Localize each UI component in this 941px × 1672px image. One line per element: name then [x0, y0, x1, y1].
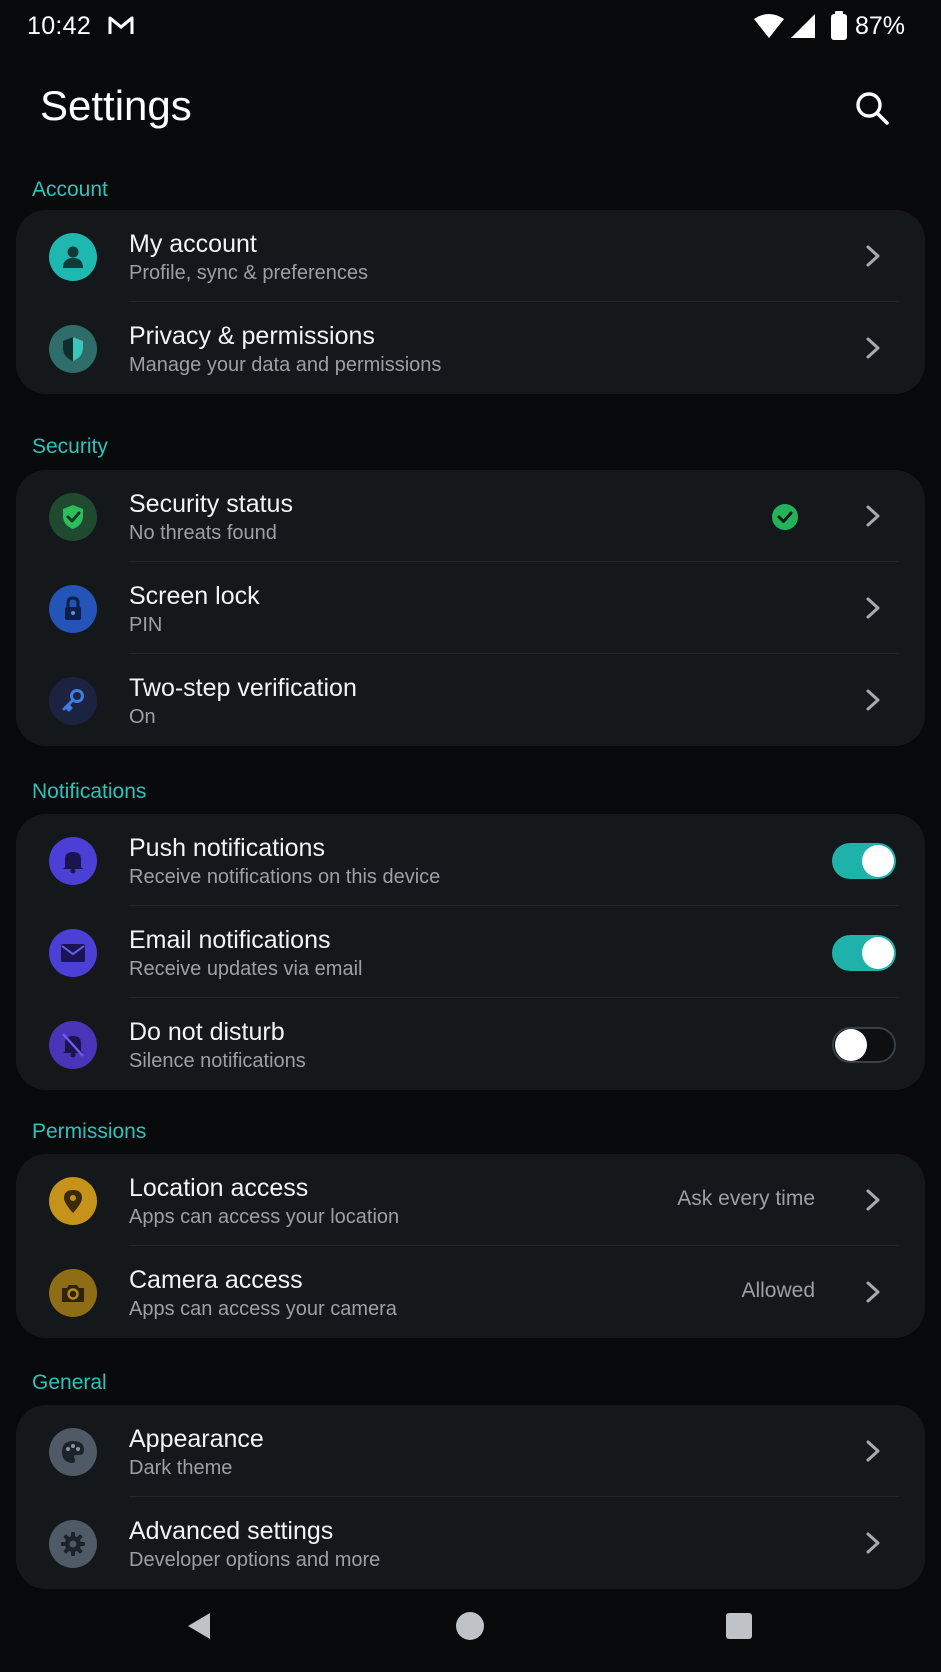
- row-title: Do not disturb: [129, 1018, 285, 1046]
- row-title: Email notifications: [129, 926, 331, 954]
- search-button[interactable]: [850, 86, 896, 132]
- row-title: Location access: [129, 1174, 309, 1202]
- row-subtitle: Silence notifications: [129, 1050, 306, 1072]
- row-subtitle: Developer options and more: [129, 1549, 381, 1571]
- row-title: Security status: [129, 490, 293, 518]
- appearance-row[interactable]: Appearance Dark theme: [16, 1405, 925, 1497]
- bell-off-icon: [49, 1021, 97, 1069]
- chevron-right-icon: [866, 597, 880, 619]
- security-card: Security status No threats found Screen …: [16, 470, 925, 746]
- two-step-verification-row[interactable]: Two-step verification On: [16, 654, 925, 746]
- battery-percent: 87%: [855, 12, 906, 40]
- push-notifications-toggle[interactable]: [832, 843, 896, 879]
- shield-icon: [49, 325, 97, 373]
- row-title: Camera access: [129, 1266, 303, 1294]
- gmail-icon: [108, 14, 134, 41]
- notifications-card: Push notifications Receive notifications…: [16, 814, 925, 1090]
- chevron-right-icon: [866, 1532, 880, 1554]
- search-icon: [856, 92, 889, 125]
- status-time: 10:42: [27, 12, 92, 40]
- row-title: My account: [129, 230, 257, 258]
- row-subtitle: Receive notifications on this device: [129, 866, 441, 888]
- cell-signal-icon: [790, 13, 816, 44]
- row-title: Advanced settings: [129, 1517, 334, 1545]
- row-subtitle: On: [129, 706, 156, 728]
- row-subtitle: Profile, sync & preferences: [129, 262, 368, 284]
- row-title: Appearance: [129, 1425, 264, 1453]
- chevron-right-icon: [866, 1281, 880, 1303]
- row-title: Privacy & permissions: [129, 322, 375, 350]
- do-not-disturb-toggle[interactable]: [832, 1027, 896, 1063]
- account-card: My account Profile, sync & preferences P…: [16, 210, 925, 394]
- row-title: Two-step verification: [129, 674, 357, 702]
- my-account-row[interactable]: My account Profile, sync & preferences: [16, 210, 925, 302]
- general-card: Appearance Dark theme Advanced settings …: [16, 1405, 925, 1589]
- section-label-account: Account: [32, 178, 108, 201]
- status-bar: 10:42 87%: [0, 0, 941, 56]
- privacy-permissions-row[interactable]: Privacy & permissions Manage your data a…: [16, 302, 925, 394]
- advanced-settings-row[interactable]: Advanced settings Developer options and …: [16, 1497, 925, 1589]
- email-notifications-row[interactable]: Email notifications Receive updates via …: [16, 906, 925, 998]
- location-pin-icon: [49, 1177, 97, 1225]
- do-not-disturb-row[interactable]: Do not disturb Silence notifications: [16, 998, 925, 1090]
- section-label-notifications: Notifications: [32, 780, 147, 803]
- section-label-permissions: Permissions: [32, 1120, 147, 1143]
- home-icon[interactable]: [456, 1612, 484, 1640]
- location-access-row[interactable]: Location access Apps can access your loc…: [16, 1154, 925, 1246]
- row-subtitle: No threats found: [129, 522, 277, 544]
- screen-lock-row[interactable]: Screen lock PIN: [16, 562, 925, 654]
- row-subtitle: Dark theme: [129, 1457, 233, 1479]
- bell-icon: [49, 837, 97, 885]
- wifi-icon: [754, 13, 784, 44]
- security-status-row[interactable]: Security status No threats found: [16, 470, 925, 562]
- check-circle-icon: [772, 504, 798, 530]
- row-value: Ask every time: [677, 1187, 815, 1210]
- camera-icon: [49, 1269, 97, 1317]
- chevron-right-icon: [866, 1189, 880, 1211]
- palette-icon: [49, 1428, 97, 1476]
- email-notifications-toggle[interactable]: [832, 935, 896, 971]
- row-subtitle: Manage your data and permissions: [129, 354, 442, 376]
- mail-icon: [49, 929, 97, 977]
- recents-icon[interactable]: [726, 1613, 752, 1639]
- person-icon: [49, 233, 97, 281]
- row-subtitle: PIN: [129, 614, 163, 636]
- page-title: Settings: [40, 82, 192, 129]
- row-subtitle: Receive updates via email: [129, 958, 363, 980]
- row-title: Screen lock: [129, 582, 260, 610]
- chevron-right-icon: [866, 1440, 880, 1462]
- navigation-bar: [0, 1596, 941, 1672]
- gear-icon: [49, 1520, 97, 1568]
- section-label-security: Security: [32, 435, 108, 458]
- lock-icon: [49, 585, 97, 633]
- chevron-right-icon: [866, 245, 880, 267]
- key-icon: [49, 677, 97, 725]
- push-notifications-row[interactable]: Push notifications Receive notifications…: [16, 814, 925, 906]
- camera-access-row[interactable]: Camera access Apps can access your camer…: [16, 1246, 925, 1338]
- battery-icon: [830, 11, 848, 46]
- back-icon[interactable]: [186, 1611, 212, 1641]
- chevron-right-icon: [866, 337, 880, 359]
- row-value: Allowed: [741, 1279, 815, 1302]
- chevron-right-icon: [866, 689, 880, 711]
- row-subtitle: Apps can access your location: [129, 1206, 400, 1228]
- section-label-general: General: [32, 1371, 107, 1394]
- shield-check-icon: [49, 493, 97, 541]
- row-subtitle: Apps can access your camera: [129, 1298, 397, 1320]
- chevron-right-icon: [866, 505, 880, 527]
- row-title: Push notifications: [129, 834, 325, 862]
- permissions-card: Location access Apps can access your loc…: [16, 1154, 925, 1338]
